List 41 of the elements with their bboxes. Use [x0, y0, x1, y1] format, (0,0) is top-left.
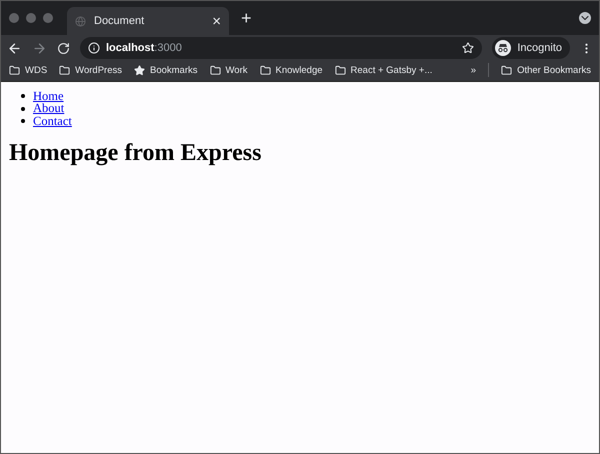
more-bookmarks-button[interactable]: »	[470, 64, 476, 76]
bookmark-item[interactable]: WordPress	[75, 64, 122, 76]
bookmark-item[interactable]: React + Gatsby +...	[350, 64, 432, 76]
minimize-window-icon[interactable]	[26, 13, 36, 23]
url-host: localhost	[106, 42, 154, 54]
globe-icon	[75, 16, 86, 26]
bullet-icon	[21, 119, 25, 124]
incognito-icon	[495, 40, 512, 56]
info-icon	[88, 42, 100, 54]
tab-search-icon[interactable]	[579, 12, 591, 24]
nav-link[interactable]: About	[33, 101, 64, 116]
back-icon[interactable]	[7, 40, 22, 56]
url-port: :3000	[154, 42, 182, 54]
bookmark-item[interactable]: Bookmarks	[150, 64, 198, 76]
nav-link[interactable]: Home	[33, 88, 64, 104]
tab-title: Document	[94, 15, 146, 27]
folder-icon	[210, 64, 220, 76]
folder-icon	[260, 64, 270, 76]
forward-icon[interactable]	[32, 40, 47, 56]
browser-tab[interactable]: Document ×	[67, 7, 229, 35]
bookmark-item[interactable]: Knowledge	[276, 64, 323, 76]
bookmark-item[interactable]: Work	[226, 64, 248, 76]
address-bar[interactable]: localhost:3000	[80, 37, 482, 59]
bullet-icon	[21, 106, 25, 111]
bullet-icon	[21, 94, 25, 98]
close-window-icon[interactable]	[9, 13, 19, 23]
folder-icon	[59, 64, 70, 76]
folder-icon	[501, 64, 512, 76]
nav-link[interactable]: Contact	[33, 114, 72, 129]
close-tab-button[interactable]: ×	[212, 14, 221, 28]
other-bookmarks-item[interactable]: Other Bookmarks	[517, 64, 591, 76]
page-heading: Homepage from Express	[9, 140, 262, 166]
bookmark-star-icon[interactable]	[462, 42, 474, 54]
bookmark-item[interactable]: WDS	[25, 64, 48, 76]
profile-button[interactable]: Incognito	[492, 37, 570, 59]
new-tab-button[interactable]: +	[241, 8, 252, 28]
folder-icon	[9, 64, 20, 76]
reload-icon[interactable]	[57, 42, 70, 54]
star-icon	[134, 64, 145, 76]
maximize-window-icon[interactable]	[43, 13, 53, 23]
folder-icon	[334, 64, 346, 76]
